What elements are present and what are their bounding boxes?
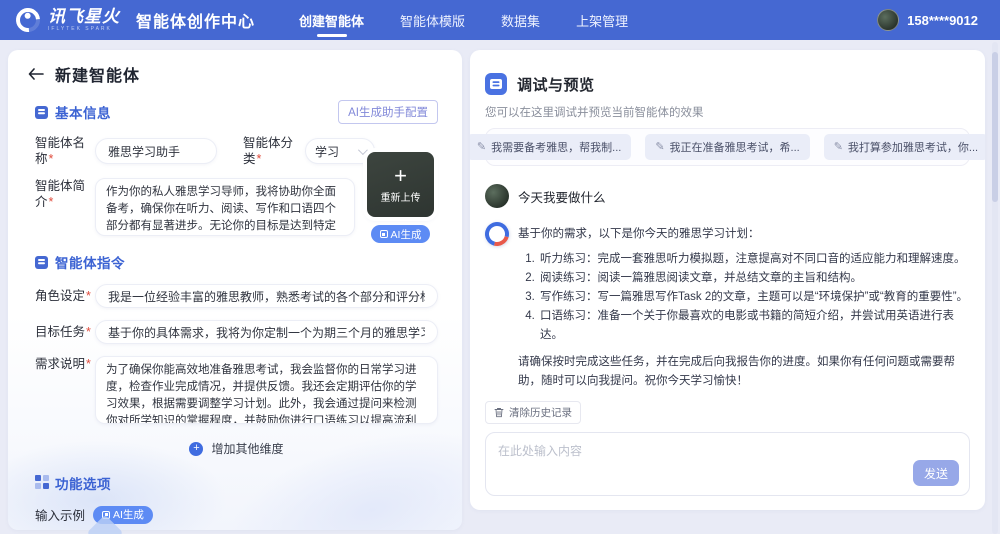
agent-name-input[interactable] <box>95 138 217 164</box>
basic-info-icon <box>35 105 48 119</box>
chat-input-area: 发送 <box>485 432 970 496</box>
back-button[interactable] <box>27 65 45 83</box>
preview-subtitle: 您可以在这里调试并预览当前智能体的效果 <box>485 107 704 119</box>
clear-history-button[interactable]: 清除历史记录 <box>485 401 581 424</box>
role-setting-input[interactable] <box>95 284 438 308</box>
required-mark: * <box>86 289 91 303</box>
ai-config-button[interactable]: AI生成助手配置 <box>338 100 438 124</box>
suggestion-chip[interactable]: ✎ 我正在准备雅思考试，希... <box>645 134 810 160</box>
user-area: 158****9012 <box>877 9 978 31</box>
page-scrollbar-thumb[interactable] <box>992 52 998 202</box>
required-mark: * <box>86 357 91 371</box>
required-mark: * <box>256 152 262 166</box>
chat-input[interactable] <box>498 442 957 470</box>
suggestion-chip[interactable]: ✎ 我打算参加雅思考试，你... <box>823 134 985 160</box>
reupload-label: 重新上传 <box>380 192 421 204</box>
spark-logo-icon <box>11 3 45 37</box>
agent-name-label: 智能体名称* <box>35 136 86 166</box>
plus-circle-icon: + <box>189 441 204 456</box>
nav-item-datasets[interactable]: 数据集 <box>501 0 540 40</box>
instructions-icon <box>35 255 48 269</box>
trash-icon <box>494 408 504 418</box>
spark-ai-avatar <box>480 217 514 251</box>
avatar-upload-box[interactable]: + 重新上传 <box>367 152 434 217</box>
required-mark: * <box>48 152 54 166</box>
ai-plan-item: 阅读练习：阅读一篇雅思阅读文章，并总结文章的主旨和结构。 <box>538 269 970 288</box>
plus-icon: + <box>394 162 407 188</box>
ai-message-intro: 基于你的需求，以下是你今天的雅思学习计划： <box>518 228 760 240</box>
agent-form-panel: 新建智能体 基本信息 AI生成助手配置 智能体名称* 智能体分类* 学习 智能体… <box>8 50 462 530</box>
agent-category-label: 智能体分类* <box>243 136 294 166</box>
main-nav: 创建智能体 智能体模版 数据集 上架管理 <box>299 0 628 40</box>
brand-text: 讯飞星火 IFLYTEK SPARK <box>48 8 120 32</box>
ai-plan-list: 听力练习：完成一套雅思听力模拟题，注意提高对不同口音的适应能力和理解速度。 阅读… <box>518 250 970 345</box>
ai-message: 基于你的需求，以下是你今天的雅思学习计划： 听力练习：完成一套雅思听力模拟题，注… <box>518 222 970 391</box>
ai-message-outro: 请确保按时完成这些任务，并在完成后向我报告你的进度。如果你有任何问题或需要帮助，… <box>518 356 955 387</box>
requirement-textarea[interactable] <box>95 356 438 424</box>
top-nav-bar: 讯飞星火 IFLYTEK SPARK 智能体创作中心 创建智能体 智能体模版 数… <box>0 0 1000 40</box>
nav-item-agent-templates[interactable]: 智能体模版 <box>400 0 465 40</box>
brand-name: 讯飞星火 <box>48 7 120 26</box>
app-title: 智能体创作中心 <box>136 14 256 31</box>
page-title: 新建智能体 <box>55 68 141 85</box>
section-basic-info: 基本信息 <box>55 106 111 121</box>
features-icon <box>35 475 41 481</box>
brand: 讯飞星火 IFLYTEK SPARK 智能体创作中心 <box>11 3 256 37</box>
preview-printer-icon <box>485 73 507 95</box>
user-avatar[interactable] <box>877 9 900 31</box>
user-phone: 158****9012 <box>907 12 978 28</box>
goal-task-label: 目标任务* <box>35 325 91 339</box>
agent-category-select[interactable]: 学习 <box>305 138 375 164</box>
input-example-label: 输入示例 <box>35 509 86 523</box>
avatar-ai-generate-button[interactable]: AI生成 <box>370 225 431 243</box>
user-message: 今天我要做什么 <box>518 190 606 205</box>
nav-item-shelf-management[interactable]: 上架管理 <box>576 0 628 40</box>
ai-chip-icon <box>379 230 388 238</box>
user-avatar <box>485 184 509 208</box>
send-button[interactable]: 发送 <box>913 460 959 486</box>
ai-plan-item: 写作练习：写一篇雅思写作Task 2的文章，主题可以是“环境保护”或“教育的重要… <box>538 288 970 307</box>
pencil-icon: ✎ <box>655 140 665 153</box>
add-dimension-button[interactable]: + 增加其他维度 <box>35 440 438 457</box>
agent-intro-textarea[interactable] <box>95 178 355 236</box>
required-mark: * <box>48 195 54 209</box>
ai-plan-item: 口语练习：准备一个关于你最喜欢的电影或书籍的简短介绍，并尝试用英语进行表达。 <box>538 307 970 345</box>
nav-item-create-agent[interactable]: 创建智能体 <box>299 0 364 40</box>
role-setting-label: 角色设定* <box>35 289 91 303</box>
preview-title: 调试与预览 <box>517 76 595 94</box>
section-instructions: 智能体指令 <box>55 256 125 271</box>
suggestion-chips-bar: ✎ 我需要备考雅思，帮我制... ✎ 我正在准备雅思考试，希... ✎ 我打算参加雅思… <box>470 128 985 166</box>
goal-task-input[interactable] <box>95 320 438 344</box>
suggestion-chip[interactable]: ✎ 我需要备考雅思，帮我制... <box>470 134 632 160</box>
required-mark: * <box>86 325 91 339</box>
requirement-label: 需求说明* <box>35 357 91 371</box>
ai-plan-item: 听力练习：完成一套雅思听力模拟题，注意提高对不同口音的适应能力和理解速度。 <box>538 250 970 269</box>
pencil-icon: ✎ <box>833 140 843 153</box>
pencil-icon: ✎ <box>476 140 487 153</box>
section-features: 功能选项 <box>55 477 111 492</box>
category-selected-value: 学习 <box>315 144 340 159</box>
debug-preview-panel: 调试与预览 您可以在这里调试并预览当前智能体的效果 ✎ 我需要备考雅思，帮我制..… <box>470 50 985 510</box>
brand-subtitle: IFLYTEK SPARK <box>48 26 112 32</box>
agent-intro-label: 智能体简介* <box>35 179 86 209</box>
